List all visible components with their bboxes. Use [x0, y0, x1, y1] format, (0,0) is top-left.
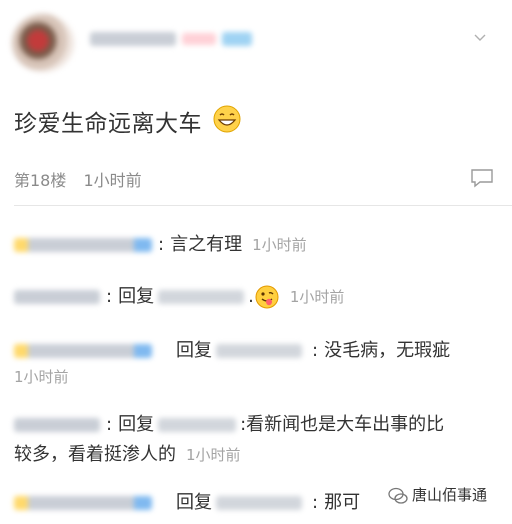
reply-target-blurred[interactable]: [216, 344, 302, 358]
reply-label: 回复: [118, 286, 155, 307]
reply-item[interactable]: : 言之有理 1小时前: [14, 230, 307, 256]
post-time: 1小时前: [83, 171, 142, 190]
post-meta: 第18楼 1小时前: [14, 167, 142, 191]
reply-item[interactable]: : 回复:看新闻也是大车出事的比: [14, 410, 444, 436]
reply-text-line: 较多，看着挺渗人的 1小时前: [14, 440, 241, 466]
reply-username-blurred[interactable]: [14, 238, 152, 252]
reply-label: 回复: [118, 414, 155, 435]
reply-time: 1小时前: [252, 236, 307, 254]
wechat-icon: [388, 487, 408, 504]
tongue-face-icon: [255, 285, 279, 309]
username-blurred[interactable]: [90, 28, 252, 47]
reply-time: 1小时前: [186, 446, 241, 464]
reply-username-blurred[interactable]: [14, 344, 152, 358]
reply-text: 那可: [324, 492, 361, 513]
comment-icon[interactable]: [470, 168, 494, 188]
reply-time: 1小时前: [14, 368, 69, 386]
chevron-down-icon[interactable]: [474, 32, 486, 44]
avatar[interactable]: [12, 14, 74, 72]
reply-label: 回复: [176, 492, 212, 513]
reply-target-blurred[interactable]: [216, 496, 302, 510]
reply-label: 回复: [176, 340, 212, 361]
post-content: 珍爱生命远离大车: [14, 111, 202, 137]
reply-text: 较多，看着挺渗人的: [14, 444, 176, 465]
reply-username-blurred[interactable]: [14, 418, 100, 432]
reply-text: 言之有理: [170, 234, 243, 255]
watermark: 唐山佰事通: [388, 484, 487, 506]
reply-username-blurred[interactable]: [14, 290, 100, 304]
reply-time-line: 1小时前: [14, 366, 69, 387]
reply-item[interactable]: 回复: 没毛病，无瑕疵: [14, 336, 450, 362]
watermark-text: 唐山佰事通: [412, 486, 488, 504]
reply-item[interactable]: : 回复. 1小时前: [14, 282, 344, 310]
reply-item[interactable]: 回复: 那可: [14, 488, 360, 514]
floor-number: 第18楼: [14, 171, 67, 190]
grinning-face-icon: [212, 104, 242, 134]
divider: [14, 205, 512, 206]
reply-username-blurred[interactable]: [14, 496, 152, 510]
reply-text: 没毛病，无瑕疵: [324, 340, 451, 361]
reply-target-blurred[interactable]: [158, 418, 237, 432]
reply-text: :看新闻也是大车出事的比: [240, 414, 445, 435]
reply-time: 1小时前: [289, 288, 345, 306]
reply-target-blurred[interactable]: [158, 290, 245, 304]
